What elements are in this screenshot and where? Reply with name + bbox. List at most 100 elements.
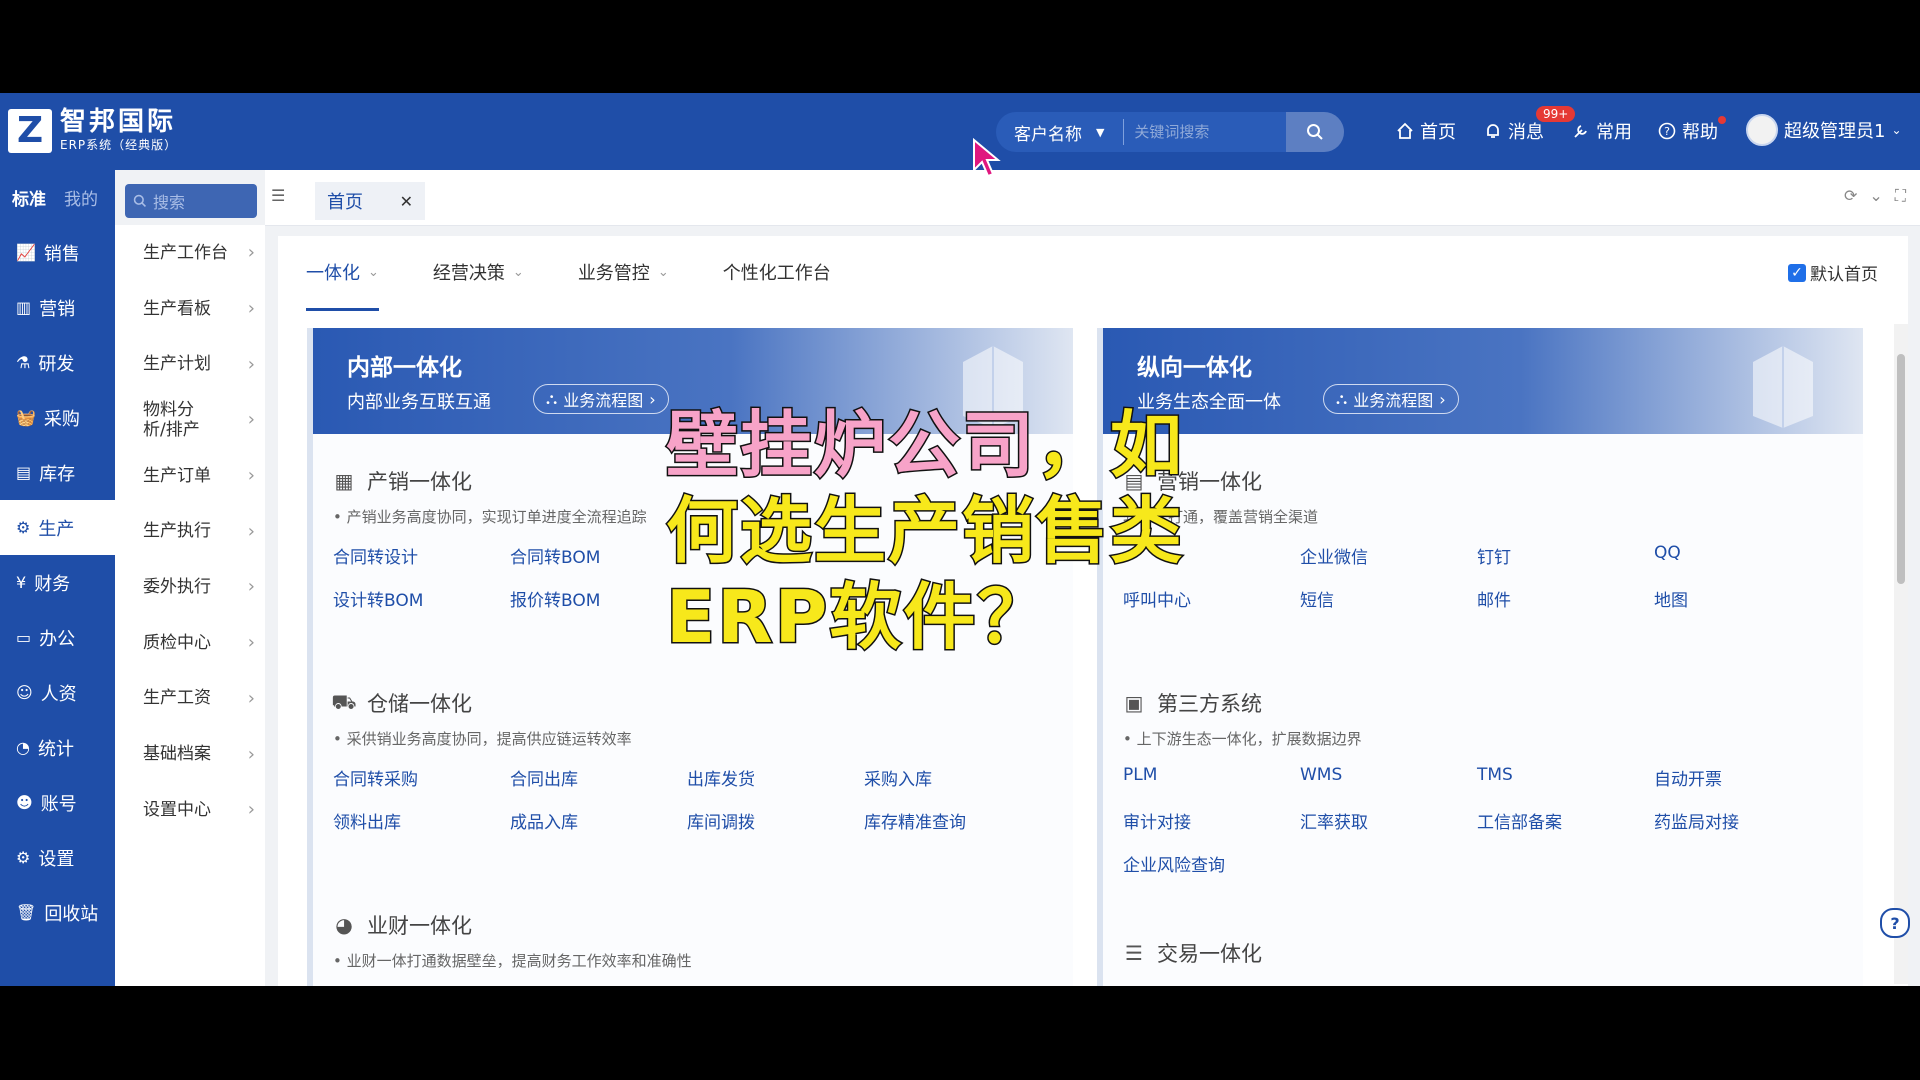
link[interactable]: 短信 <box>1300 586 1477 611</box>
link[interactable]: 合同转设计 <box>333 543 510 568</box>
caret-down-icon: ⌄ <box>657 264 669 280</box>
sidebar-item-5[interactable]: ⚙ 生产 <box>0 500 115 555</box>
link[interactable]: 自动开票 <box>1654 765 1831 790</box>
gear-icon: ⚙ <box>16 848 31 867</box>
content-scrollbar[interactable] <box>1894 324 1908 984</box>
submenu-item[interactable]: 基础档案 › <box>115 726 265 782</box>
link[interactable]: 药监局对接 <box>1654 808 1831 833</box>
floating-help-button[interactable]: ? <box>1880 908 1910 938</box>
section-title: 业财一体化 <box>367 914 472 938</box>
submenu-item[interactable]: 生产工资 › <box>115 671 265 727</box>
link[interactable]: 报价转BOM <box>510 586 687 611</box>
close-icon[interactable]: ✕ <box>400 192 413 211</box>
search-button[interactable] <box>1286 112 1344 152</box>
refresh-icon[interactable]: ⟳ <box>1844 186 1857 206</box>
user-menu[interactable]: 超级管理员1 ⌄ <box>1746 114 1902 146</box>
section-trade: ☰ 交易一体化 <box>1123 938 1843 968</box>
search-field-select[interactable]: 客户名称 ▼ <box>996 120 1123 145</box>
sidebar-item-2[interactable]: ⚗ 研发 <box>0 335 115 390</box>
sidebar-item-12[interactable]: 🗑 回收站 <box>0 885 115 940</box>
submenu-item[interactable]: 质检中心 › <box>115 615 265 671</box>
flow-chart-button[interactable]: ⛬ 业务流程图 › <box>533 384 669 414</box>
link[interactable]: TMS <box>1477 765 1654 790</box>
sidebar-item-0[interactable]: 📈 销售 <box>0 225 115 280</box>
sidebar-tab-standard[interactable]: 标准 <box>12 185 46 210</box>
sidebar-item-label: 设置 <box>38 848 75 870</box>
subtab-label: 经营决策 <box>432 263 505 284</box>
link[interactable]: 采购入库 <box>864 765 1041 790</box>
sidebar-item-4[interactable]: ▤ 库存 <box>0 445 115 500</box>
default-home-checkbox[interactable]: ✓ 默认首页 <box>1788 260 1878 285</box>
bar-chart-icon: ▥ <box>16 298 32 317</box>
link[interactable]: 地图 <box>1654 586 1831 611</box>
submenu-item[interactable]: 生产订单 › <box>115 448 265 504</box>
nav-home[interactable]: 首页 <box>1396 118 1456 144</box>
sidebar-item-1[interactable]: ▥ 营销 <box>0 280 115 335</box>
link[interactable]: 成品入库 <box>510 808 687 833</box>
logo[interactable]: Z 智邦国际 ERP系统（经典版） <box>8 108 177 153</box>
tab-bar: ☰ 首页 ✕ ⟳ ⌄ ⛶ <box>265 170 1920 226</box>
submenu-item[interactable]: 生产工作台 › <box>115 225 265 281</box>
scrollbar-thumb[interactable] <box>1897 354 1905 584</box>
link[interactable]: 设计转BOM <box>333 586 510 611</box>
submenu-item[interactable]: 生产看板 › <box>115 281 265 337</box>
subtab-integration[interactable]: 一体化 ⌄ <box>306 259 379 311</box>
sidebar-tab-mine[interactable]: 我的 <box>64 185 98 210</box>
nav-common[interactable]: 常用 <box>1572 118 1632 144</box>
subtab-control[interactable]: 业务管控 ⌄ <box>578 259 669 285</box>
tab-home[interactable]: 首页 ✕ <box>315 182 425 220</box>
fullscreen-icon[interactable]: ⛶ <box>1895 186 1906 206</box>
link[interactable]: 库间调拨 <box>687 808 864 833</box>
sidebar-item-label: 人资 <box>40 683 77 705</box>
link[interactable]: 审计对接 <box>1123 808 1300 833</box>
section-title: 仓储一体化 <box>367 692 472 716</box>
sidebar-item-6[interactable]: ¥ 财务 <box>0 555 115 610</box>
sidebar-search[interactable]: 搜索 <box>125 184 257 218</box>
search-input[interactable] <box>1124 112 1287 152</box>
link[interactable]: 汇率获取 <box>1300 808 1477 833</box>
sidebar-item-3[interactable]: 🧺 采购 <box>0 390 115 445</box>
sidebar-item-7[interactable]: ▭ 办公 <box>0 610 115 665</box>
chevron-right-icon: › <box>247 298 255 320</box>
nav-help[interactable]: ? 帮助 <box>1658 118 1718 144</box>
chevron-down-icon[interactable]: ⌄ <box>1869 186 1882 206</box>
submenu-item-label: 委外执行 <box>143 576 211 597</box>
flow-chart-button[interactable]: ⛬ 业务流程图 › <box>1323 384 1459 414</box>
building-icon: ▦ <box>334 469 354 493</box>
nav-messages[interactable]: 消息 <box>1484 118 1544 144</box>
link[interactable]: QQ <box>1654 543 1831 568</box>
link[interactable]: 企业微信 <box>1300 543 1477 568</box>
submenu-item[interactable]: 委外执行 › <box>115 559 265 615</box>
subtab-decision[interactable]: 经营决策 ⌄ <box>433 259 524 285</box>
link[interactable]: 企业风险查询 <box>1123 851 1300 876</box>
submenu-item[interactable]: 生产执行 › <box>115 503 265 559</box>
link[interactable]: PLM <box>1123 765 1300 790</box>
sidebar-item-11[interactable]: ⚙ 设置 <box>0 830 115 885</box>
link[interactable]: 工信部备案 <box>1477 808 1654 833</box>
link[interactable]: 领料出库 <box>333 808 510 833</box>
mouse-cursor-icon <box>973 138 1001 178</box>
link[interactable]: 合同转采购 <box>333 765 510 790</box>
section-title: 第三方系统 <box>1157 692 1262 716</box>
section-desc: • 业财一体打通数据壁垒，提高财务工作效率和准确性 <box>333 952 692 970</box>
link[interactable]: WMS <box>1300 765 1477 790</box>
sidebar-item-10[interactable]: ☻ 账号 <box>0 775 115 830</box>
subtab-personal-workbench[interactable]: 个性化工作台 <box>723 259 831 285</box>
link[interactable]: 合同转BOM <box>510 543 687 568</box>
submenu-item[interactable]: 生产计划 › <box>115 336 265 392</box>
link[interactable]: 邮件 <box>1477 586 1654 611</box>
submenu-item-label: 设置中心 <box>143 799 211 820</box>
link[interactable]: 出库发货 <box>687 765 864 790</box>
link[interactable]: 钉钉 <box>1477 543 1654 568</box>
collapse-menu-icon[interactable]: ☰ <box>271 186 285 205</box>
sidebar-item-9[interactable]: ◔ 统计 <box>0 720 115 775</box>
rd-icon: ⚗ <box>16 353 31 372</box>
sidebar-item-label: 营销 <box>39 298 76 320</box>
link[interactable]: 库存精准查询 <box>864 808 1041 833</box>
submenu-item[interactable]: 设置中心 › <box>115 782 265 838</box>
sidebar-item-8[interactable]: ☺ 人资 <box>0 665 115 720</box>
chevron-right-icon: › <box>247 409 255 431</box>
chevron-right-icon: › <box>247 242 255 264</box>
link[interactable]: 合同出库 <box>510 765 687 790</box>
submenu-item[interactable]: 物料分析/排产 › <box>115 392 265 448</box>
